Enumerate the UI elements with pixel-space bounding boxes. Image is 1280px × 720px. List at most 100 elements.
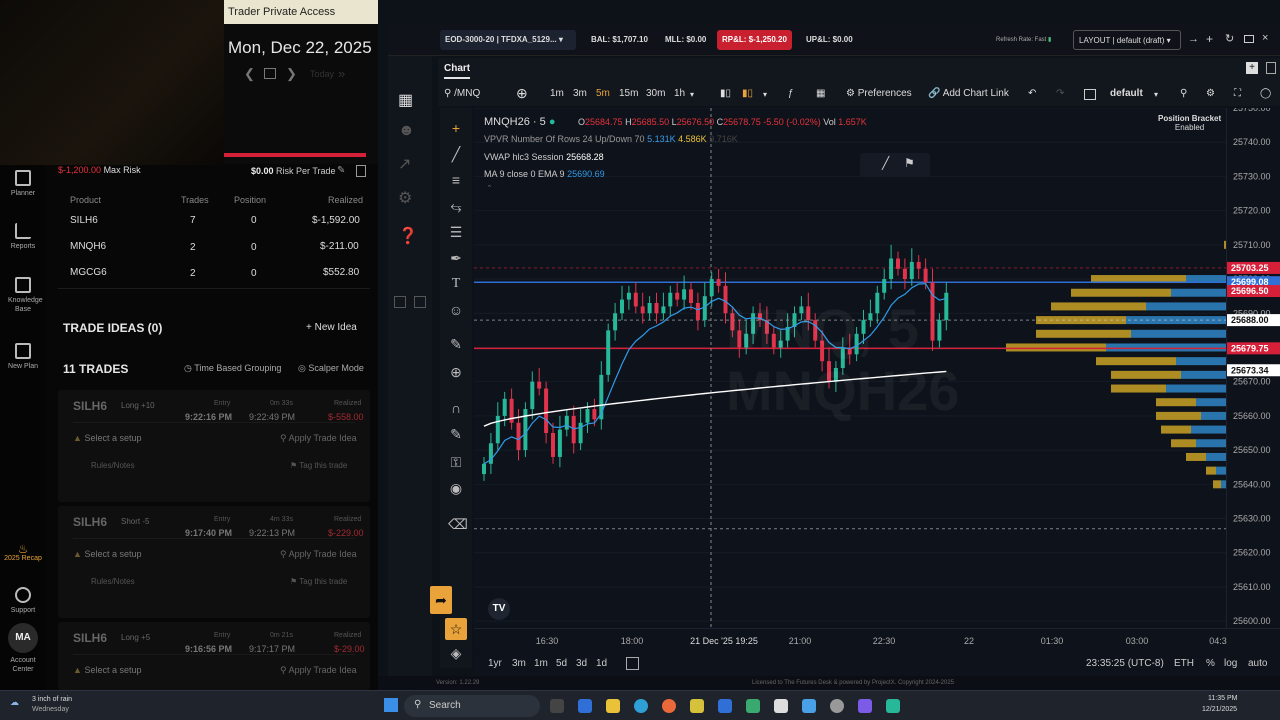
redo-icon[interactable]: ↷ [1056,88,1064,99]
app-icon[interactable] [774,699,788,713]
calendar-icon[interactable] [264,68,276,79]
session-toggle[interactable]: ETH [1174,658,1194,669]
price-axis[interactable]: 25600.00 25610.00 25620.00 25630.00 25640.00… [1226,103,1280,628]
symbol-search[interactable]: ⚲ /MNQ [444,88,480,99]
file-explorer-icon[interactable] [606,699,620,713]
range-1yr[interactable]: 1yr [488,658,502,669]
add-chart-link-button[interactable]: 🔗 Add Chart Link [928,88,1009,99]
nav-new-plan[interactable]: New Plan [0,343,46,371]
price-chart[interactable]: MNQH26 · 5 ● O25684.75 H25685.50 L25676.… [474,108,1226,628]
range-5d[interactable]: 5d [556,658,567,669]
trade-card[interactable]: SILH6 Long +5 Entry 9:16:56 PM 0m 21s 9:… [58,622,370,690]
chevron-down-icon[interactable]: ▾ [763,90,767,99]
timeframe-30m[interactable]: 30m [646,88,665,99]
favorite-icon[interactable]: ☆ [445,618,467,640]
help-icon[interactable]: ❓ [398,226,418,246]
horizontal-lines-icon[interactable]: ≡ [448,172,464,188]
position-bracket[interactable]: Position Bracket Enabled [1158,114,1221,132]
apply-trade-idea-button[interactable]: ⚲ Apply Trade Idea [280,549,357,560]
timeframe-1m[interactable]: 1m [550,88,564,99]
text-icon[interactable]: T [448,276,464,292]
layout-grid-icon[interactable]: ▦ [816,88,825,99]
users-icon[interactable]: ☻ [398,122,415,140]
app-icon[interactable] [746,699,760,713]
tag-trade-button[interactable]: ⚑ Tag this trade [290,577,347,586]
timeframe-15m[interactable]: 15m [619,88,638,99]
panel-left-icon[interactable] [394,296,406,308]
trash-icon[interactable]: ⌫ [448,516,468,532]
tab-chart[interactable]: Chart [444,63,471,79]
windows-start-icon[interactable] [384,698,398,712]
refresh-icon[interactable]: ↻ [1225,32,1234,45]
settings-icon[interactable]: ⚙ [1206,88,1215,99]
close-panel-icon[interactable]: × [1262,32,1268,44]
timeframe-1h[interactable]: 1h [674,88,685,99]
select-setup-button[interactable]: ▲ Select a setup [73,549,141,559]
add-tab-icon[interactable]: + [1246,62,1258,74]
range-1d[interactable]: 1d [596,658,607,669]
log-toggle[interactable]: log [1224,658,1237,669]
discord-icon[interactable] [858,699,872,713]
auto-toggle[interactable]: auto [1248,658,1267,669]
tag-trade-button[interactable]: ⚑ Tag this trade [290,461,347,470]
teams-icon[interactable] [578,699,592,713]
settings-icon[interactable]: ⚙ [398,188,412,208]
indicators-icon[interactable]: ƒ [788,88,794,99]
collapse-toolbar-icon[interactable]: ➦ [430,586,452,614]
panel-right-icon[interactable] [414,296,426,308]
app-icon[interactable] [830,699,844,713]
percent-toggle[interactable]: % [1206,658,1215,669]
account-select[interactable]: EOD-3000-20 | TFDXA_5129... ▾ [440,30,576,50]
time-grouping-toggle[interactable]: ◷ Time Based Grouping [184,363,281,374]
select-setup-button[interactable]: ▲ Select a setup [73,665,141,675]
nav-knowledge-base[interactable]: Knowledge Base [0,277,46,314]
emoji-icon[interactable]: ☺ [448,302,464,318]
last-day-icon[interactable]: » [338,66,345,81]
rules-notes-link[interactable]: Rules/Notes [91,461,135,470]
next-day-icon[interactable]: ❯ [286,66,297,82]
app-icon[interactable] [802,699,816,713]
nav-support[interactable]: Support [0,587,46,615]
window-icon[interactable] [1266,62,1276,74]
range-3m[interactable]: 3m [512,658,526,669]
zoom-in-icon[interactable]: ⊕ [448,364,464,380]
apply-trade-idea-button[interactable]: ⚲ Apply Trade Idea [280,433,357,444]
taskbar-search[interactable]: ⚲ Search [404,695,540,717]
chevron-down-icon[interactable]: ▾ [1154,90,1158,99]
crosshair-icon[interactable]: + [448,120,464,136]
rules-notes-link[interactable]: Rules/Notes [91,577,135,586]
trendline-icon[interactable]: ╱ [448,146,464,162]
select-setup-button[interactable]: ▲ Select a setup [73,433,141,443]
arrow-right-icon[interactable]: → [1188,33,1199,45]
range-3d[interactable]: 3d [576,658,587,669]
ruler-icon[interactable]: ✎ [448,336,464,352]
nav-reports[interactable]: Reports [0,223,46,251]
pitchfork-icon[interactable]: ⥃ [448,198,464,214]
timeframe-3m[interactable]: 3m [573,88,587,99]
task-view-icon[interactable] [550,699,564,713]
layers-icon[interactable]: ◈ [448,645,464,661]
add-symbol-icon[interactable]: ⊕ [516,85,528,102]
preferences-button[interactable]: ⚙ Preferences [846,88,912,99]
trendline-icon[interactable]: ╱ [882,156,889,170]
time-axis[interactable]: 16:30 18:00 21 Dec '25 19:25 21:00 22:30 22 01… [474,628,1280,650]
collapse-legend-icon[interactable]: ˆ [488,184,491,194]
store-icon[interactable] [718,699,732,713]
chrome-icon[interactable] [662,699,676,713]
apply-trade-idea-button[interactable]: ⚲ Apply Trade Idea [280,665,357,676]
chevron-down-icon[interactable]: ▾ [690,90,694,99]
camera-icon[interactable]: ◯ [1260,88,1271,99]
edit-icon[interactable]: ✎ [337,165,345,176]
add-icon[interactable]: + [1206,32,1213,46]
prev-day-icon[interactable]: ❮ [244,66,255,82]
nav-2025-recap[interactable]: ♨ 2025 Recap [0,543,46,563]
undo-icon[interactable]: ↶ [1028,88,1036,99]
layout-select[interactable]: LAYOUT | default (draft) ▾ [1073,30,1181,50]
edge-icon[interactable] [634,699,648,713]
lock-icon[interactable]: ⚿ [448,454,464,470]
fib-icon[interactable]: ☰ [448,224,464,240]
timeframe-5m[interactable]: 5m [596,88,610,99]
weather-icon[interactable]: ☁ [10,697,19,708]
app-icon[interactable] [886,699,900,713]
brush-icon[interactable]: ✒ [448,250,464,266]
